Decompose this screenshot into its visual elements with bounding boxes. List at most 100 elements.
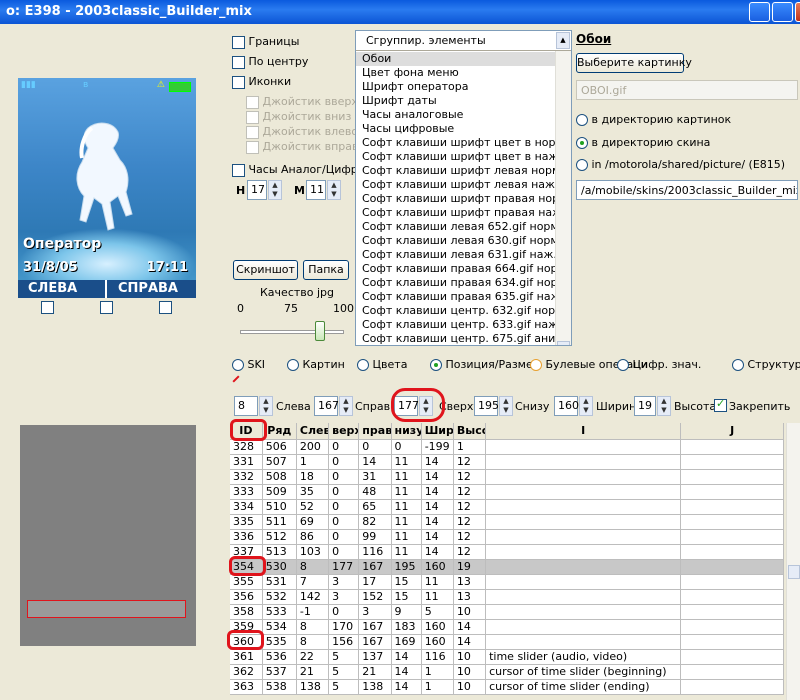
center-checkbox[interactable] [232,55,245,69]
list-item[interactable]: Обои [356,52,571,66]
table-cell[interactable] [680,439,784,455]
table-row[interactable]: 355 531 7 3 17 15 11 13 [230,574,784,590]
table-cell[interactable]: 138 [358,679,392,695]
table-cell[interactable]: 332 [230,469,263,485]
table-cell[interactable]: 12 [453,454,487,470]
table-cell[interactable]: 538 [262,679,297,695]
table-cell[interactable]: 14 [421,514,454,530]
lock-checkbox[interactable] [714,397,727,412]
table-cell[interactable]: 508 [262,469,297,485]
column-header[interactable]: Ряд [262,423,297,440]
table-cell[interactable]: 5 [421,604,454,620]
table-cell[interactable]: 14 [391,649,422,665]
table-cell[interactable]: 156 [328,634,360,650]
table-row[interactable]: 334 510 52 0 65 11 14 12 [230,499,784,515]
table-cell[interactable] [680,649,784,665]
table-cell[interactable]: 48 [358,484,392,500]
list-item[interactable]: Софт клавиши правая 664.gif норм. [356,262,571,276]
table-row[interactable]: 361 536 22 5 137 14 116 10 time slider (audio, v… [230,649,784,665]
table-cell[interactable]: 14 [391,679,422,695]
table-cell[interactable]: 138 [296,679,330,695]
clock-option[interactable]: Часы Аналог/Цифр [232,163,358,177]
borders-option[interactable]: Границы [232,35,299,49]
softkey-center-checkbox[interactable] [100,301,113,314]
table-row[interactable]: 363 538 138 5 138 14 1 10 cursor of time slider … [230,679,784,695]
list-item[interactable]: Софт клавиши левая 631.gif наж. [356,248,571,262]
softkey-left-checkbox[interactable] [41,301,54,314]
pictures-dir-option[interactable]: в директорию картинок [576,113,731,126]
table-cell[interactable]: 506 [262,439,297,455]
table-cell[interactable]: 5 [328,649,360,665]
table-cell[interactable]: 513 [262,544,297,560]
table-cell[interactable]: 0 [391,439,422,455]
table-cell[interactable]: 0 [328,469,360,485]
column-header[interactable]: прав [358,423,392,440]
table-cell[interactable]: 11 [421,589,454,605]
list-scrollbar[interactable]: ▼ [555,51,571,345]
table-cell[interactable]: 11 [391,514,422,530]
table-cell[interactable]: 160 [421,634,454,650]
table-cell[interactable]: 532 [262,589,297,605]
table-cell[interactable]: 18 [296,469,330,485]
table-cell[interactable]: 1 [421,664,454,680]
list-item[interactable]: Софт клавиши шрифт левая наж [356,178,571,192]
table-cell[interactable] [680,514,784,530]
table-cell[interactable]: 1 [453,439,487,455]
table-cell[interactable]: 160 [421,559,454,575]
motorola-dir-option[interactable]: in /motorola/shared/picture/ (E815) [576,158,785,171]
jpg-quality-slider-thumb[interactable] [315,321,326,341]
table-cell[interactable]: cursor of time slider (beginning) [485,664,682,680]
mode-option[interactable]: Позиция/Размер [430,358,540,371]
table-cell[interactable]: 99 [358,529,392,545]
table-cell[interactable]: 530 [262,559,297,575]
table-cell[interactable]: 0 [358,439,392,455]
table-cell[interactable]: 10 [453,649,487,665]
list-item[interactable]: Софт клавиши левая 630.gif норм. [356,234,571,248]
table-cell[interactable]: 14 [453,634,487,650]
column-header[interactable]: Высот [453,423,487,440]
table-cell[interactable]: 336 [230,529,263,545]
table-cell[interactable]: 167 [358,559,392,575]
table-row[interactable]: 360 535 8 156 167 169 160 14 [230,634,784,650]
table-row[interactable]: 354 530 8 177 167 195 160 19 [230,559,784,575]
softkey-right-checkbox[interactable] [159,301,172,314]
table-cell[interactable]: 358 [230,604,263,620]
wallpaper-filename-field[interactable]: OBOI.gif [576,80,798,100]
table-cell[interactable]: 8 [296,619,330,635]
table-cell[interactable]: 536 [262,649,297,665]
table-cell[interactable] [485,439,682,455]
table-cell[interactable]: 510 [262,499,297,515]
list-item[interactable]: Часы цифровые [356,122,571,136]
maximize-button[interactable] [772,2,793,22]
table-cell[interactable] [680,469,784,485]
table-cell[interactable]: 12 [453,529,487,545]
table-cell[interactable]: 177 [328,559,360,575]
table-cell[interactable]: 0 [328,484,360,500]
table-row[interactable]: 332 508 18 0 31 11 14 12 [230,469,784,485]
table-row[interactable]: 333 509 35 0 48 11 14 12 [230,484,784,500]
close-button[interactable] [795,2,800,22]
table-cell[interactable]: 14 [421,499,454,515]
table-cell[interactable]: 0 [328,499,360,515]
table-cell[interactable] [680,574,784,590]
height-input[interactable]: 19 [634,396,656,416]
table-cell[interactable]: 21 [358,664,392,680]
table-cell[interactable]: 160 [421,619,454,635]
minimize-button[interactable] [749,2,770,22]
table-cell[interactable] [680,454,784,470]
table-cell[interactable]: 14 [421,454,454,470]
table-cell[interactable]: -199 [421,439,454,455]
table-cell[interactable]: 137 [358,649,392,665]
table-cell[interactable]: 21 [296,664,330,680]
table-cell[interactable]: 169 [391,634,422,650]
table-row[interactable]: 362 537 21 5 21 14 1 10 cursor of time slider (b… [230,664,784,680]
minutes-spinner[interactable]: ▲ ▼ [327,180,341,200]
table-cell[interactable]: 1 [421,679,454,695]
scroll-up-arrow[interactable]: ▲ [556,32,570,49]
table-scroll-thumb[interactable] [788,565,800,579]
table-cell[interactable]: 22 [296,649,330,665]
column-header[interactable]: Слева [296,423,330,440]
table-cell[interactable] [680,544,784,560]
list-item[interactable]: Софт клавиши шрифт правая наж [356,206,571,220]
elements-table[interactable]: IDРядСлеваверхправнизуШириВысотIJ 328506… [230,423,784,695]
